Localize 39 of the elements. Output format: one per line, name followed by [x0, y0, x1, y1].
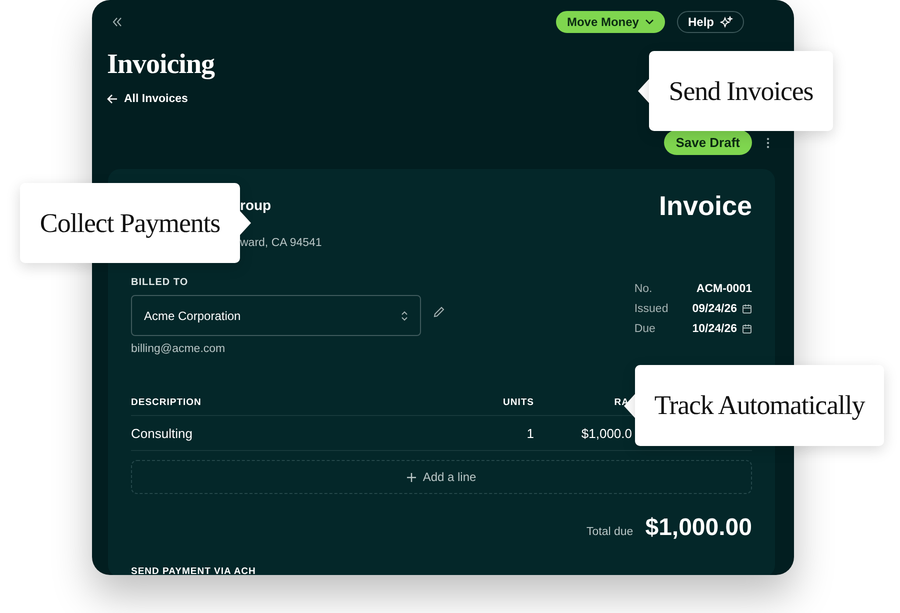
pencil-icon[interactable]: [433, 306, 445, 318]
help-button[interactable]: Help: [676, 11, 744, 33]
meta-value: ACM-0001: [696, 283, 752, 295]
page-title: Invoicing: [107, 49, 216, 81]
sort-icon: [401, 310, 408, 320]
meta-value: 10/24/26: [692, 323, 737, 335]
meta-label: Due: [634, 323, 656, 335]
company-name: roup: [240, 197, 272, 213]
client-select[interactable]: Acme Corporation: [131, 295, 421, 336]
client-email: billing@acme.com: [131, 343, 226, 355]
column-header: DESCRIPTION: [131, 396, 202, 408]
callout-label: Send Invoices: [649, 51, 833, 131]
meta-value: 09/24/26: [692, 303, 737, 315]
table-cell-text: $1,000.0: [580, 426, 632, 440]
table-cell-text: Consulting: [131, 426, 194, 440]
calendar-icon[interactable]: [742, 304, 752, 314]
table-cell-text: 1: [526, 426, 534, 440]
meta-label: No.: [634, 283, 654, 295]
move-money-button[interactable]: Move Money: [556, 11, 665, 33]
add-line-button[interactable]: Add a line: [131, 460, 752, 494]
column-header: UNITS: [502, 396, 534, 408]
sparkle-icon: [720, 16, 733, 28]
invoice-heading: Invoice: [658, 191, 752, 222]
callout-label: Track Automatically: [635, 365, 884, 446]
total-label: Total due: [586, 526, 634, 538]
more-options-icon[interactable]: [766, 136, 770, 148]
arrow-left-icon: [107, 94, 118, 104]
calendar-icon[interactable]: [742, 324, 752, 334]
company-address: ward, CA 94541: [240, 237, 322, 249]
callout-label: Collect Payments: [20, 183, 240, 263]
billed-to-label: BILLED TO: [131, 277, 190, 288]
total-amount: $1,000.00: [645, 514, 752, 542]
meta-label: Issued: [634, 303, 668, 315]
collapse-icon[interactable]: [112, 17, 122, 27]
section-heading: SEND PAYMENT VIA ACH: [131, 566, 257, 575]
plus-icon: [406, 472, 416, 482]
save-draft-button[interactable]: Save Draft: [664, 130, 752, 155]
chevron-down-icon: [644, 19, 654, 25]
back-link[interactable]: All Invoices: [107, 93, 188, 105]
